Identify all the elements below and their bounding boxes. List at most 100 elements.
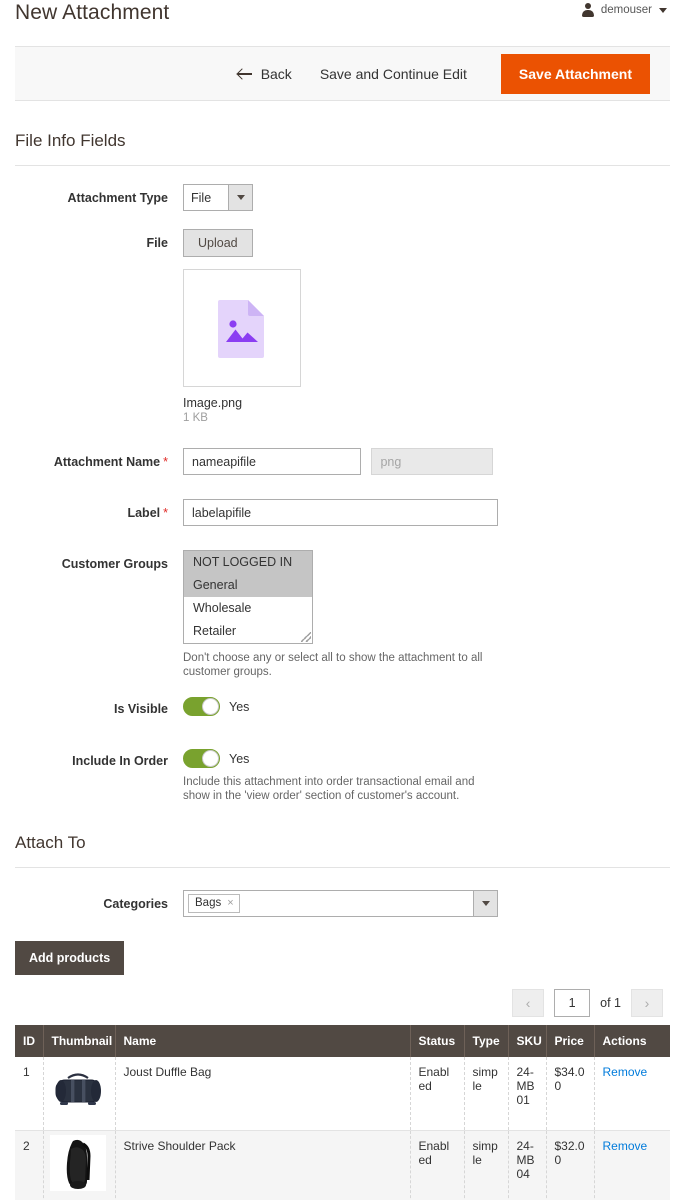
customer-group-option[interactable]: Wholesale [184, 597, 312, 620]
products-grid-header: ID Thumbnail Name Status Type SKU Price … [15, 1025, 670, 1057]
file-info-section-title: File Info Fields [15, 101, 670, 166]
column-header-price[interactable]: Price [546, 1025, 595, 1057]
user-icon [582, 3, 595, 17]
category-token[interactable]: Bags × [188, 894, 240, 913]
field-categories: Categories Bags × [15, 890, 670, 917]
field-label: Label * [15, 499, 670, 526]
column-header-name[interactable]: Name [115, 1025, 411, 1057]
label-input[interactable] [183, 499, 498, 526]
include-in-order-toggle[interactable] [183, 749, 220, 768]
include-in-order-note: Include this attachment into order trans… [183, 776, 475, 802]
upload-button[interactable]: Upload [183, 229, 253, 257]
column-header-id[interactable]: ID [15, 1025, 44, 1057]
page-title: New Attachment [15, 1, 170, 24]
customer-group-option[interactable]: General [184, 574, 312, 597]
required-asterisk: * [163, 455, 168, 469]
chevron-down-icon[interactable] [473, 891, 497, 916]
is-visible-state: Yes [229, 699, 250, 714]
remove-link[interactable]: Remove [603, 1065, 648, 1079]
cell-price: $32.00 [546, 1130, 595, 1200]
close-icon[interactable]: × [227, 897, 233, 909]
add-products-button[interactable]: Add products [15, 941, 125, 975]
page-total-label: of 1 [600, 996, 621, 1010]
column-header-status[interactable]: Status [410, 1025, 465, 1057]
products-grid: ID Thumbnail Name Status Type SKU Price … [15, 1025, 670, 1200]
file-meta: Image.png 1 KB [183, 395, 670, 426]
file-info-fields-section: File Info Fields Attachment Type File Fi… [15, 101, 670, 803]
chevron-left-icon[interactable]: ‹ [512, 989, 545, 1017]
is-visible-toggle[interactable] [183, 697, 220, 716]
cell-actions: Remove [594, 1057, 670, 1131]
chevron-down-icon [659, 7, 667, 13]
chevron-right-icon[interactable]: › [631, 989, 663, 1017]
products-grid-body: 1 Joust Duffle Bag Enabled simple 24-MB0… [15, 1057, 670, 1200]
file-preview: Image.png 1 KB [183, 269, 670, 426]
cell-sku: 24-MB01 [508, 1057, 547, 1131]
shoulder-pack-thumbnail [49, 1134, 106, 1191]
column-header-sku[interactable]: SKU [508, 1025, 547, 1057]
is-visible-label: Is Visible [114, 702, 168, 716]
cell-name: Strive Shoulder Pack [115, 1130, 411, 1200]
cell-sku: 24-MB04 [508, 1130, 547, 1200]
field-attachment-type: Attachment Type File [15, 184, 670, 211]
cell-type: simple [464, 1057, 509, 1131]
field-customer-groups: Customer Groups NOT LOGGED IN General Wh… [15, 550, 670, 679]
file-control: Upload Image.png 1 KB [183, 229, 670, 426]
label-control [183, 499, 670, 526]
save-and-continue-edit-button[interactable]: Save and Continue Edit [304, 59, 483, 89]
customer-groups-multiselect[interactable]: NOT LOGGED IN General Wholesale Retailer [183, 550, 313, 644]
toggle-knob [202, 698, 219, 715]
file-label: File [146, 236, 168, 250]
field-attachment-name: Attachment Name * [15, 448, 670, 475]
file-preview-box[interactable] [183, 269, 301, 387]
resize-handle[interactable] [301, 632, 311, 642]
table-header-row: ID Thumbnail Name Status Type SKU Price … [15, 1025, 670, 1057]
customer-group-option[interactable]: NOT LOGGED IN [184, 551, 312, 574]
chevron-down-icon [228, 185, 252, 210]
attachment-name-input[interactable] [183, 448, 361, 475]
table-row: 1 Joust Duffle Bag Enabled simple 24-MB0… [15, 1057, 670, 1131]
customer-groups-label: Customer Groups [61, 557, 168, 571]
attachment-type-value: File [191, 190, 212, 205]
admin-page: New Attachment demouser Back Save and Co… [0, 0, 685, 1200]
include-in-order-control: Yes Include this attachment into order t… [183, 747, 670, 803]
back-button-label: Back [260, 65, 292, 82]
cell-id: 1 [15, 1057, 44, 1131]
customer-groups-note: Don't choose any or select all to show t… [183, 652, 483, 678]
attachment-type-select[interactable]: File [183, 184, 253, 211]
cell-status: Enabled [410, 1130, 465, 1200]
file-size: 1 KB [183, 412, 208, 424]
attach-to-section-title: Attach To [15, 803, 670, 868]
customer-groups-control: NOT LOGGED IN General Wholesale Retailer… [183, 550, 670, 679]
column-header-thumbnail[interactable]: Thumbnail [43, 1025, 116, 1057]
column-header-type[interactable]: Type [464, 1025, 509, 1057]
cell-name: Joust Duffle Bag [115, 1057, 411, 1131]
image-file-icon [218, 300, 264, 358]
categories-token-area[interactable]: Bags × [184, 891, 473, 916]
required-asterisk: * [163, 506, 168, 520]
grid-pager: ‹ of 1 › [0, 989, 663, 1017]
user-name: demouser [600, 4, 652, 16]
field-is-visible: Is Visible Yes [15, 695, 670, 717]
customer-group-option[interactable]: Retailer [184, 620, 312, 643]
categories-label: Categories [103, 897, 168, 911]
attachment-type-label: Attachment Type [67, 191, 168, 205]
categories-select[interactable]: Bags × [183, 890, 498, 917]
attachment-name-control [183, 448, 670, 475]
toggle-knob [202, 750, 219, 767]
back-button[interactable]: Back [226, 59, 304, 89]
categories-control: Bags × [183, 890, 670, 917]
field-include-in-order: Include In Order Yes Include this attach… [15, 747, 670, 803]
cell-type: simple [464, 1130, 509, 1200]
page-number-input[interactable] [554, 989, 591, 1017]
cell-status: Enabled [410, 1057, 465, 1131]
cell-thumbnail [43, 1057, 116, 1131]
include-in-order-label: Include In Order [72, 754, 168, 768]
attachment-extension-input [371, 448, 494, 475]
field-file: File Upload Image.png 1 KB [15, 229, 670, 426]
user-menu[interactable]: demouser [582, 3, 667, 17]
file-name: Image.png [183, 396, 243, 410]
page-header: New Attachment demouser [0, 0, 685, 46]
save-attachment-button[interactable]: Save Attachment [500, 53, 650, 94]
remove-link[interactable]: Remove [603, 1139, 648, 1153]
